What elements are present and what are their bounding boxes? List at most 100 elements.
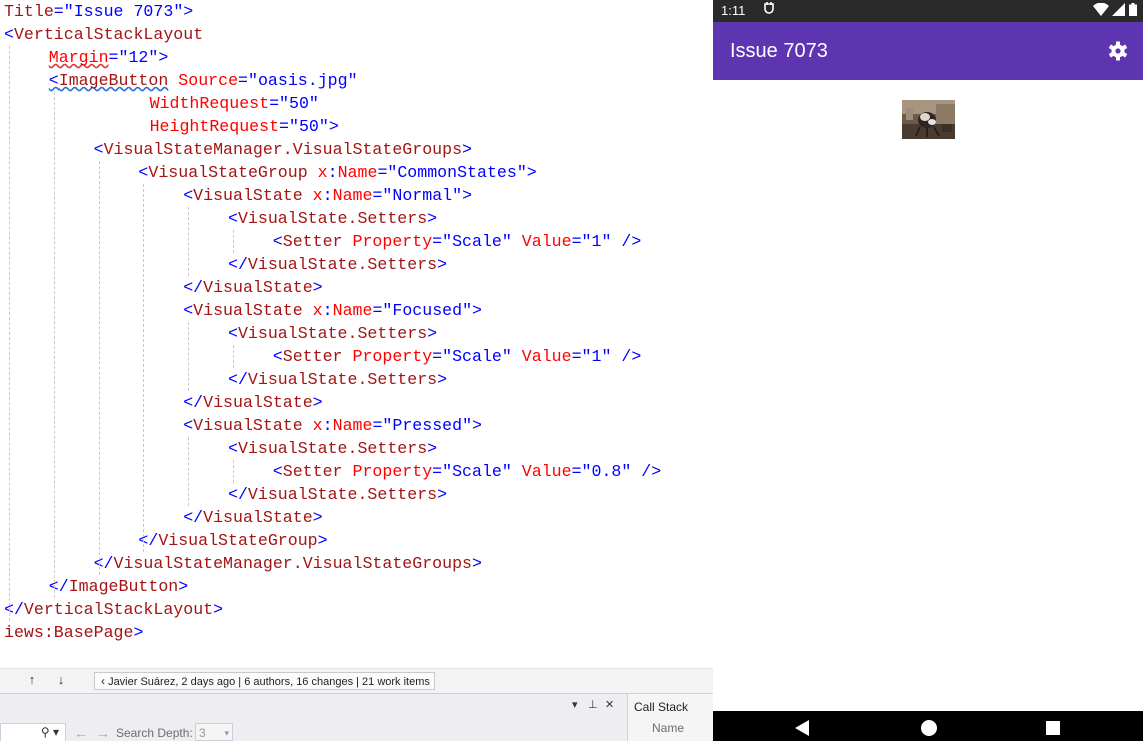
page-title: Issue 7073 [730, 40, 828, 62]
scroll-down-icon[interactable]: ↓ [53, 672, 69, 688]
code-token: > [437, 255, 448, 274]
code-token: VisualStateManager.VisualStateGroups [103, 140, 463, 159]
code-token: < [272, 462, 283, 481]
code-line: </VisualStateManager.VisualStateGroups> [94, 552, 482, 575]
code-line: <VisualStateManager.VisualStateGroups> [94, 138, 472, 161]
code-line: </ImageButton> [49, 575, 188, 598]
code-token: ="Scale" [432, 232, 512, 251]
search-icon[interactable]: ⚲ ▾ [41, 725, 59, 739]
call-stack-name-column[interactable]: Name [652, 721, 684, 735]
code-line: <Setter Property="Scale" Value="1" /> [273, 345, 642, 368]
image-button[interactable] [902, 100, 955, 139]
notification-icon [763, 2, 775, 19]
app-toolbar: Issue 7073 [713, 22, 1143, 80]
search-input[interactable]: ⚲ ▾ [0, 723, 66, 741]
code-token: : [322, 301, 333, 320]
code-token: < [228, 209, 238, 228]
code-token: VisualState [193, 186, 303, 205]
code-token: > [178, 577, 189, 596]
code-token: > [437, 370, 448, 389]
code-token: Value [521, 347, 572, 366]
codelens-info[interactable]: ‹ Javier Suárez, 2 days ago | 6 authors,… [94, 672, 435, 690]
code-line: </VisualState> [183, 276, 322, 299]
code-token: < [183, 416, 194, 435]
gear-icon [1108, 41, 1128, 61]
debug-panel: ▾ ⊥ ✕ ⚲ ▾ ← → Search Depth: 3 ▾ Call Sta… [0, 693, 713, 741]
code-token: < [272, 232, 283, 251]
code-token: > [312, 508, 323, 527]
oasis-image [902, 100, 955, 139]
code-token: ImageButton [68, 577, 179, 596]
code-line: Margin="12"> [49, 46, 169, 69]
code-token: < [4, 25, 14, 44]
code-token: ="Focused"> [372, 301, 482, 320]
settings-button[interactable] [1105, 38, 1131, 64]
code-token: Margin [48, 48, 109, 67]
home-icon[interactable] [920, 719, 938, 737]
code-token: Setter [282, 232, 343, 251]
code-token: </ [228, 370, 248, 389]
wifi-icon [1092, 2, 1109, 16]
call-stack-title[interactable]: Call Stack [634, 700, 688, 714]
battery-icon [1129, 3, 1137, 16]
code-token: > [462, 140, 473, 159]
xaml-editor[interactable]: Title="Issue 7073"> <VerticalStackLayout M… [0, 0, 713, 668]
code-token: VisualState [203, 393, 313, 412]
recents-icon[interactable] [1045, 719, 1061, 737]
code-token: Property [352, 232, 433, 251]
indent-guide [188, 437, 190, 506]
code-token: ="Scale" [432, 462, 512, 481]
code-token: VerticalStackLayout [13, 25, 204, 44]
code-token: < [228, 324, 238, 343]
back-arrow-icon[interactable]: ← [74, 725, 88, 741]
code-line: <Setter Property="Scale" Value="1" /> [273, 230, 642, 253]
code-line: </VisualState.Setters> [228, 368, 447, 391]
code-token: > [427, 324, 438, 343]
scroll-up-icon[interactable]: ↑ [24, 672, 40, 688]
code-token: > [133, 623, 144, 642]
code-token: VisualState.Setters [237, 439, 428, 458]
code-token: VerticalStackLayout [23, 600, 214, 619]
code-line: </VisualState.Setters> [228, 253, 447, 276]
close-icon[interactable]: ✕ [605, 698, 614, 711]
indent-guide [188, 207, 190, 276]
chevron-down-icon: ▾ [224, 728, 229, 738]
code-line: <ImageButton Source="oasis.jpg" [49, 69, 358, 92]
code-token: ="50"> [279, 117, 339, 136]
back-icon[interactable] [794, 719, 810, 737]
code-line: <VisualState x:Name="Normal"> [183, 184, 472, 207]
code-token: Issue 7073 [73, 2, 174, 21]
code-token: </ [228, 485, 248, 504]
code-token: VisualState.Setters [247, 370, 438, 389]
code-token: VisualState.Setters [247, 485, 438, 504]
dropdown-icon[interactable]: ▾ [572, 698, 578, 711]
code-token: Property [352, 462, 433, 481]
code-line: <VisualState.Setters> [228, 207, 437, 230]
code-token: iews:BasePage [4, 623, 134, 642]
forward-arrow-icon[interactable]: → [96, 725, 110, 741]
code-token: x [312, 301, 323, 320]
code-editor-pane: Title="Issue 7073"> <VerticalStackLayout M… [0, 0, 713, 741]
codelens-text: Javier Suárez, 2 days ago | 6 authors, 1… [108, 676, 430, 688]
pin-icon[interactable]: ⊥ [588, 698, 598, 711]
code-token: > [317, 531, 328, 550]
code-token: > [427, 209, 438, 228]
code-line: <VerticalStackLayout [4, 23, 203, 46]
chevron-left-icon: ‹ [101, 674, 105, 688]
code-token: x [312, 416, 323, 435]
code-line: </VisualStateGroup> [138, 529, 327, 552]
navigation-bar [713, 711, 1143, 741]
search-depth-label: Search Depth: [116, 726, 193, 740]
code-token: Setter [282, 347, 343, 366]
code-line: <VisualState x:Name="Focused"> [183, 299, 482, 322]
code-token: ="Pressed"> [372, 416, 482, 435]
search-depth-value: 3 [199, 726, 206, 740]
search-depth-select[interactable]: 3 ▾ [195, 723, 233, 741]
code-token: VisualState.Setters [247, 255, 438, 274]
code-token: Value [521, 462, 572, 481]
